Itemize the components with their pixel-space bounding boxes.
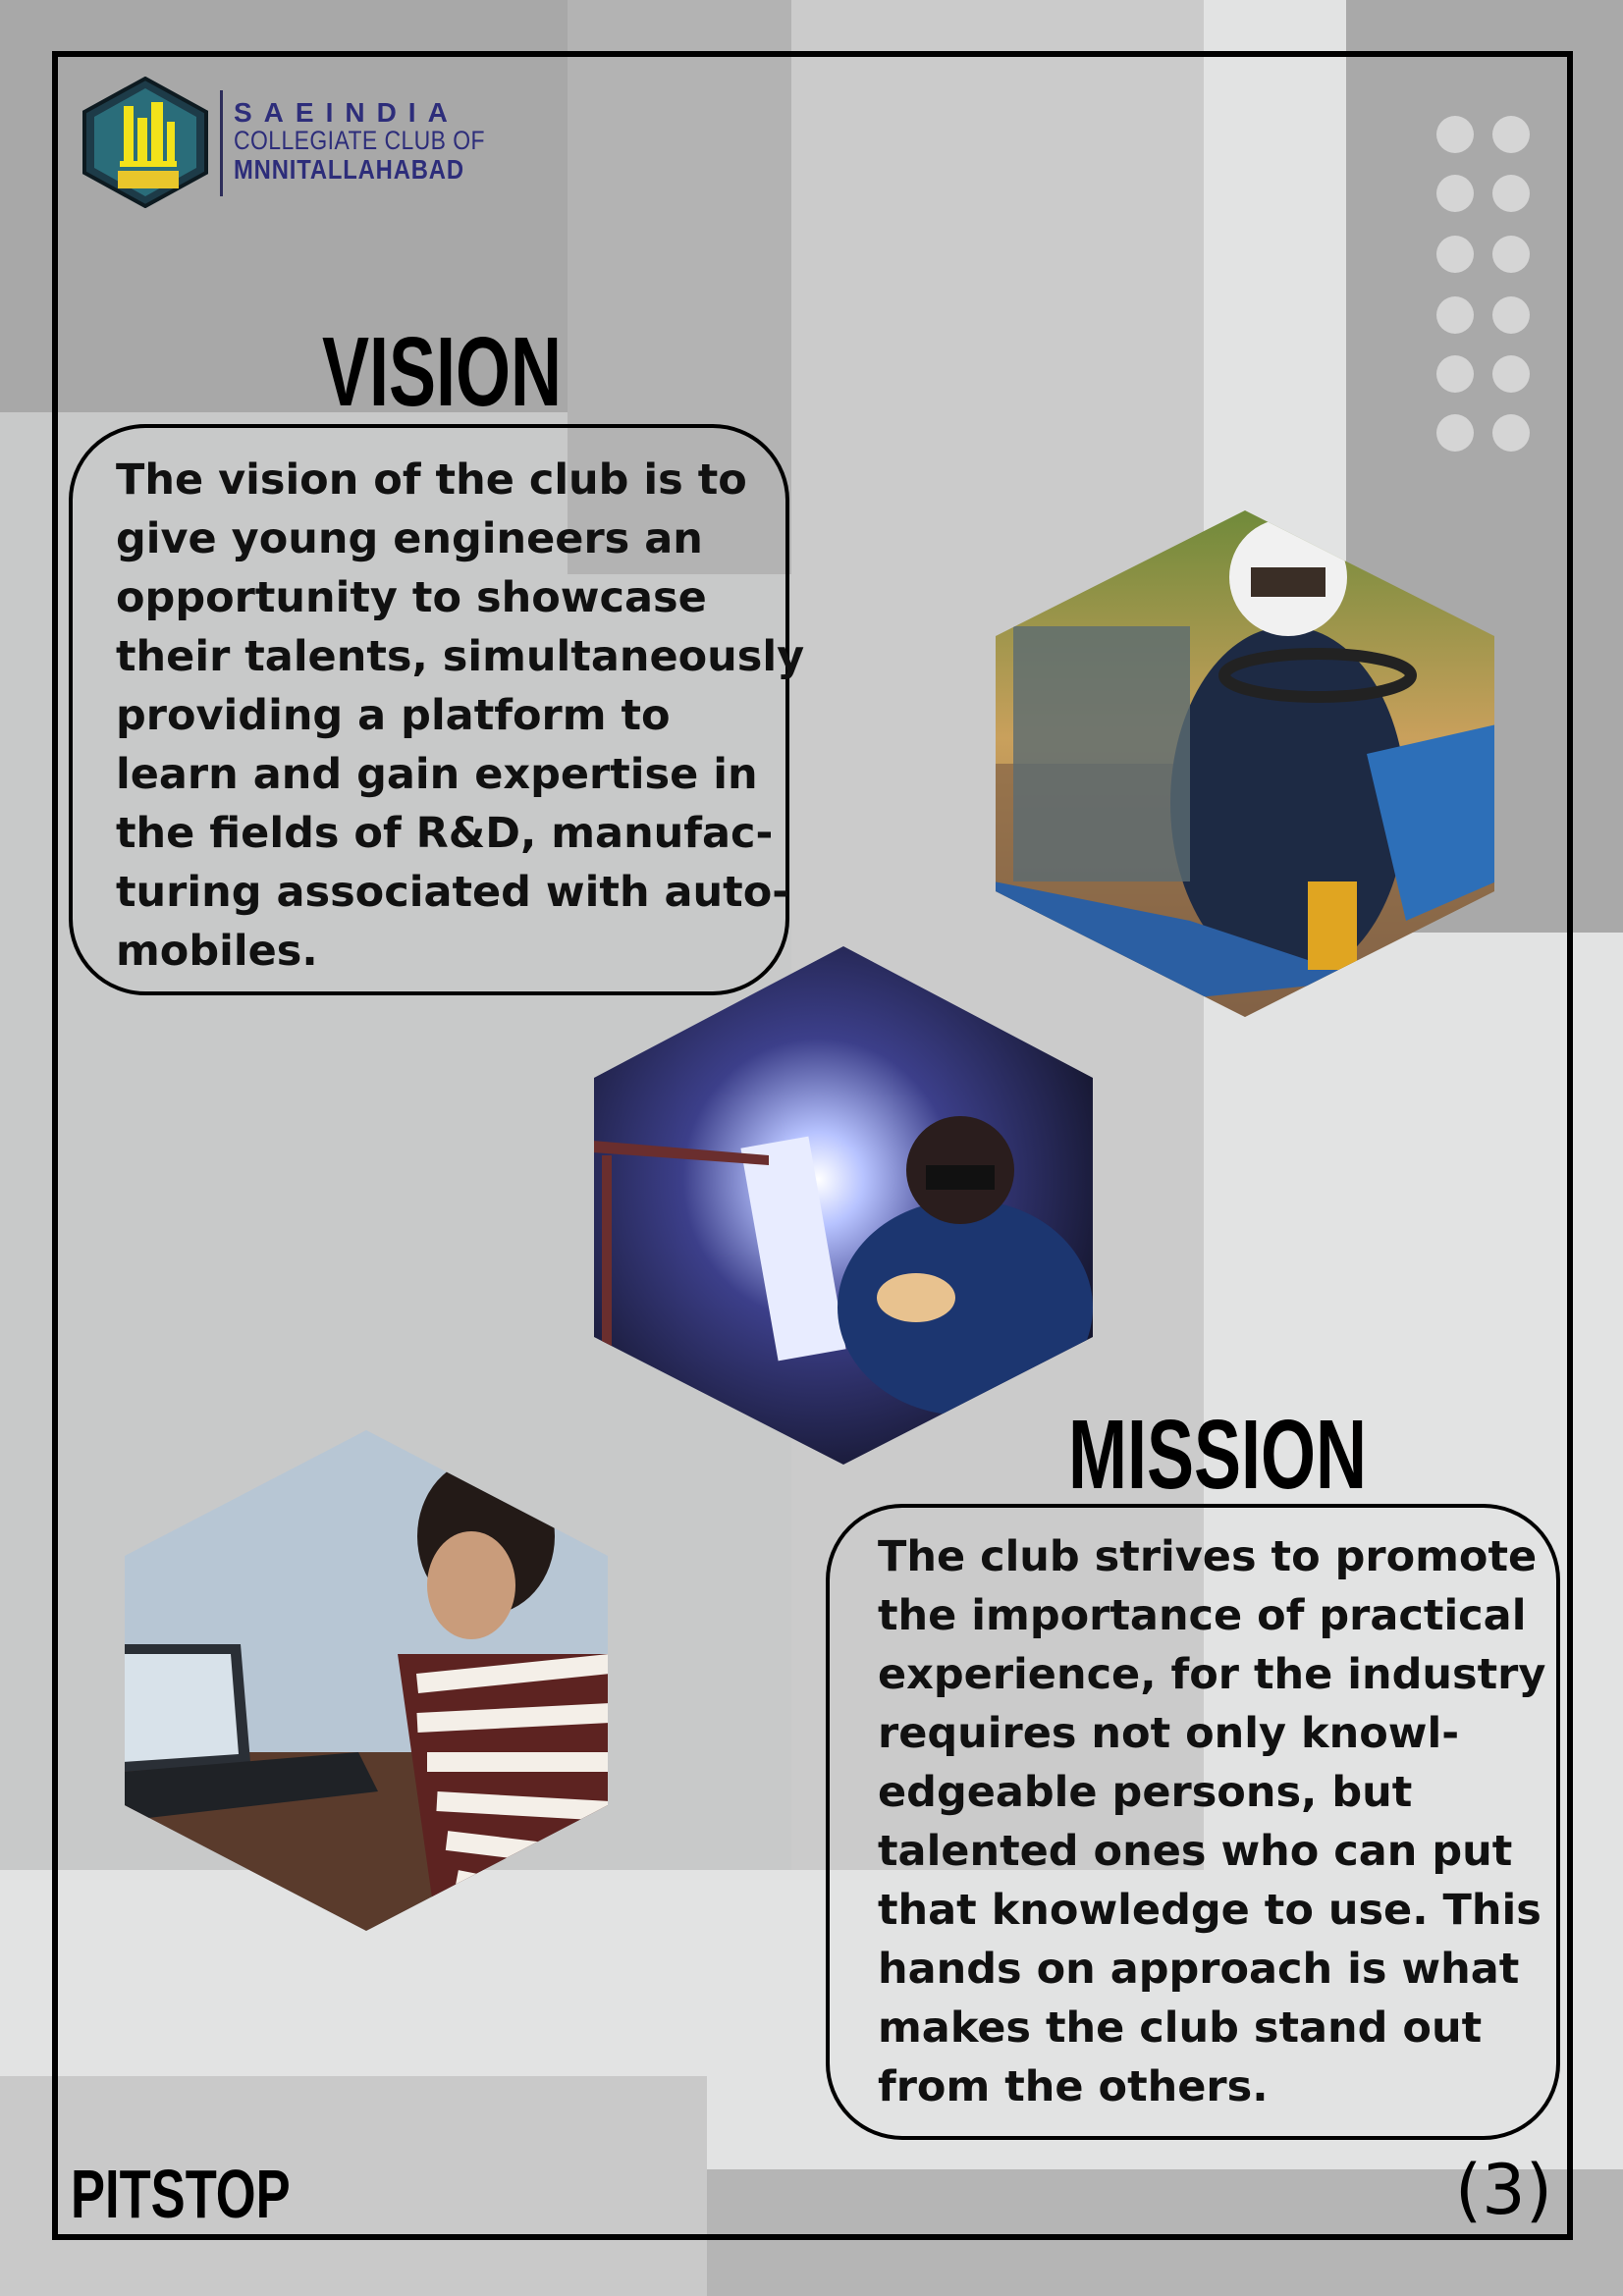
logo-line-1: SAEINDIA [234, 97, 460, 128]
dot [1436, 236, 1474, 273]
logo-text: SAEINDIA COLLEGIATE CLUB OF MNNITALLAHAB… [234, 97, 529, 185]
dot [1492, 296, 1530, 334]
dot [1492, 236, 1530, 273]
vision-title: VISION [322, 317, 563, 427]
go-kart-driver-photo [996, 510, 1494, 1017]
dot [1492, 355, 1530, 393]
page-number: (3) [1454, 2150, 1552, 2230]
logo-divider [220, 90, 223, 196]
dot [1492, 175, 1530, 212]
mission-title: MISSION [1068, 1400, 1368, 1510]
dot [1436, 296, 1474, 334]
dot [1436, 175, 1474, 212]
logo-badge [82, 77, 208, 208]
decorative-dots [1436, 116, 1535, 454]
vision-text: The vision of the club is to give young … [116, 455, 805, 976]
dot [1436, 116, 1474, 153]
dot [1492, 414, 1530, 452]
laptop-design-photo [125, 1430, 608, 1931]
mission-text: The club strives to promote the importan… [878, 1532, 1546, 2111]
logo-line-3: MNNITALLAHABAD [234, 153, 464, 185]
logo-line-2: COLLEGIATE CLUB OF [234, 126, 485, 156]
dot [1436, 355, 1474, 393]
dot [1436, 414, 1474, 452]
magazine-name: PITSTOP [71, 2156, 291, 2232]
dot [1492, 116, 1530, 153]
welding-photo [594, 946, 1093, 1465]
